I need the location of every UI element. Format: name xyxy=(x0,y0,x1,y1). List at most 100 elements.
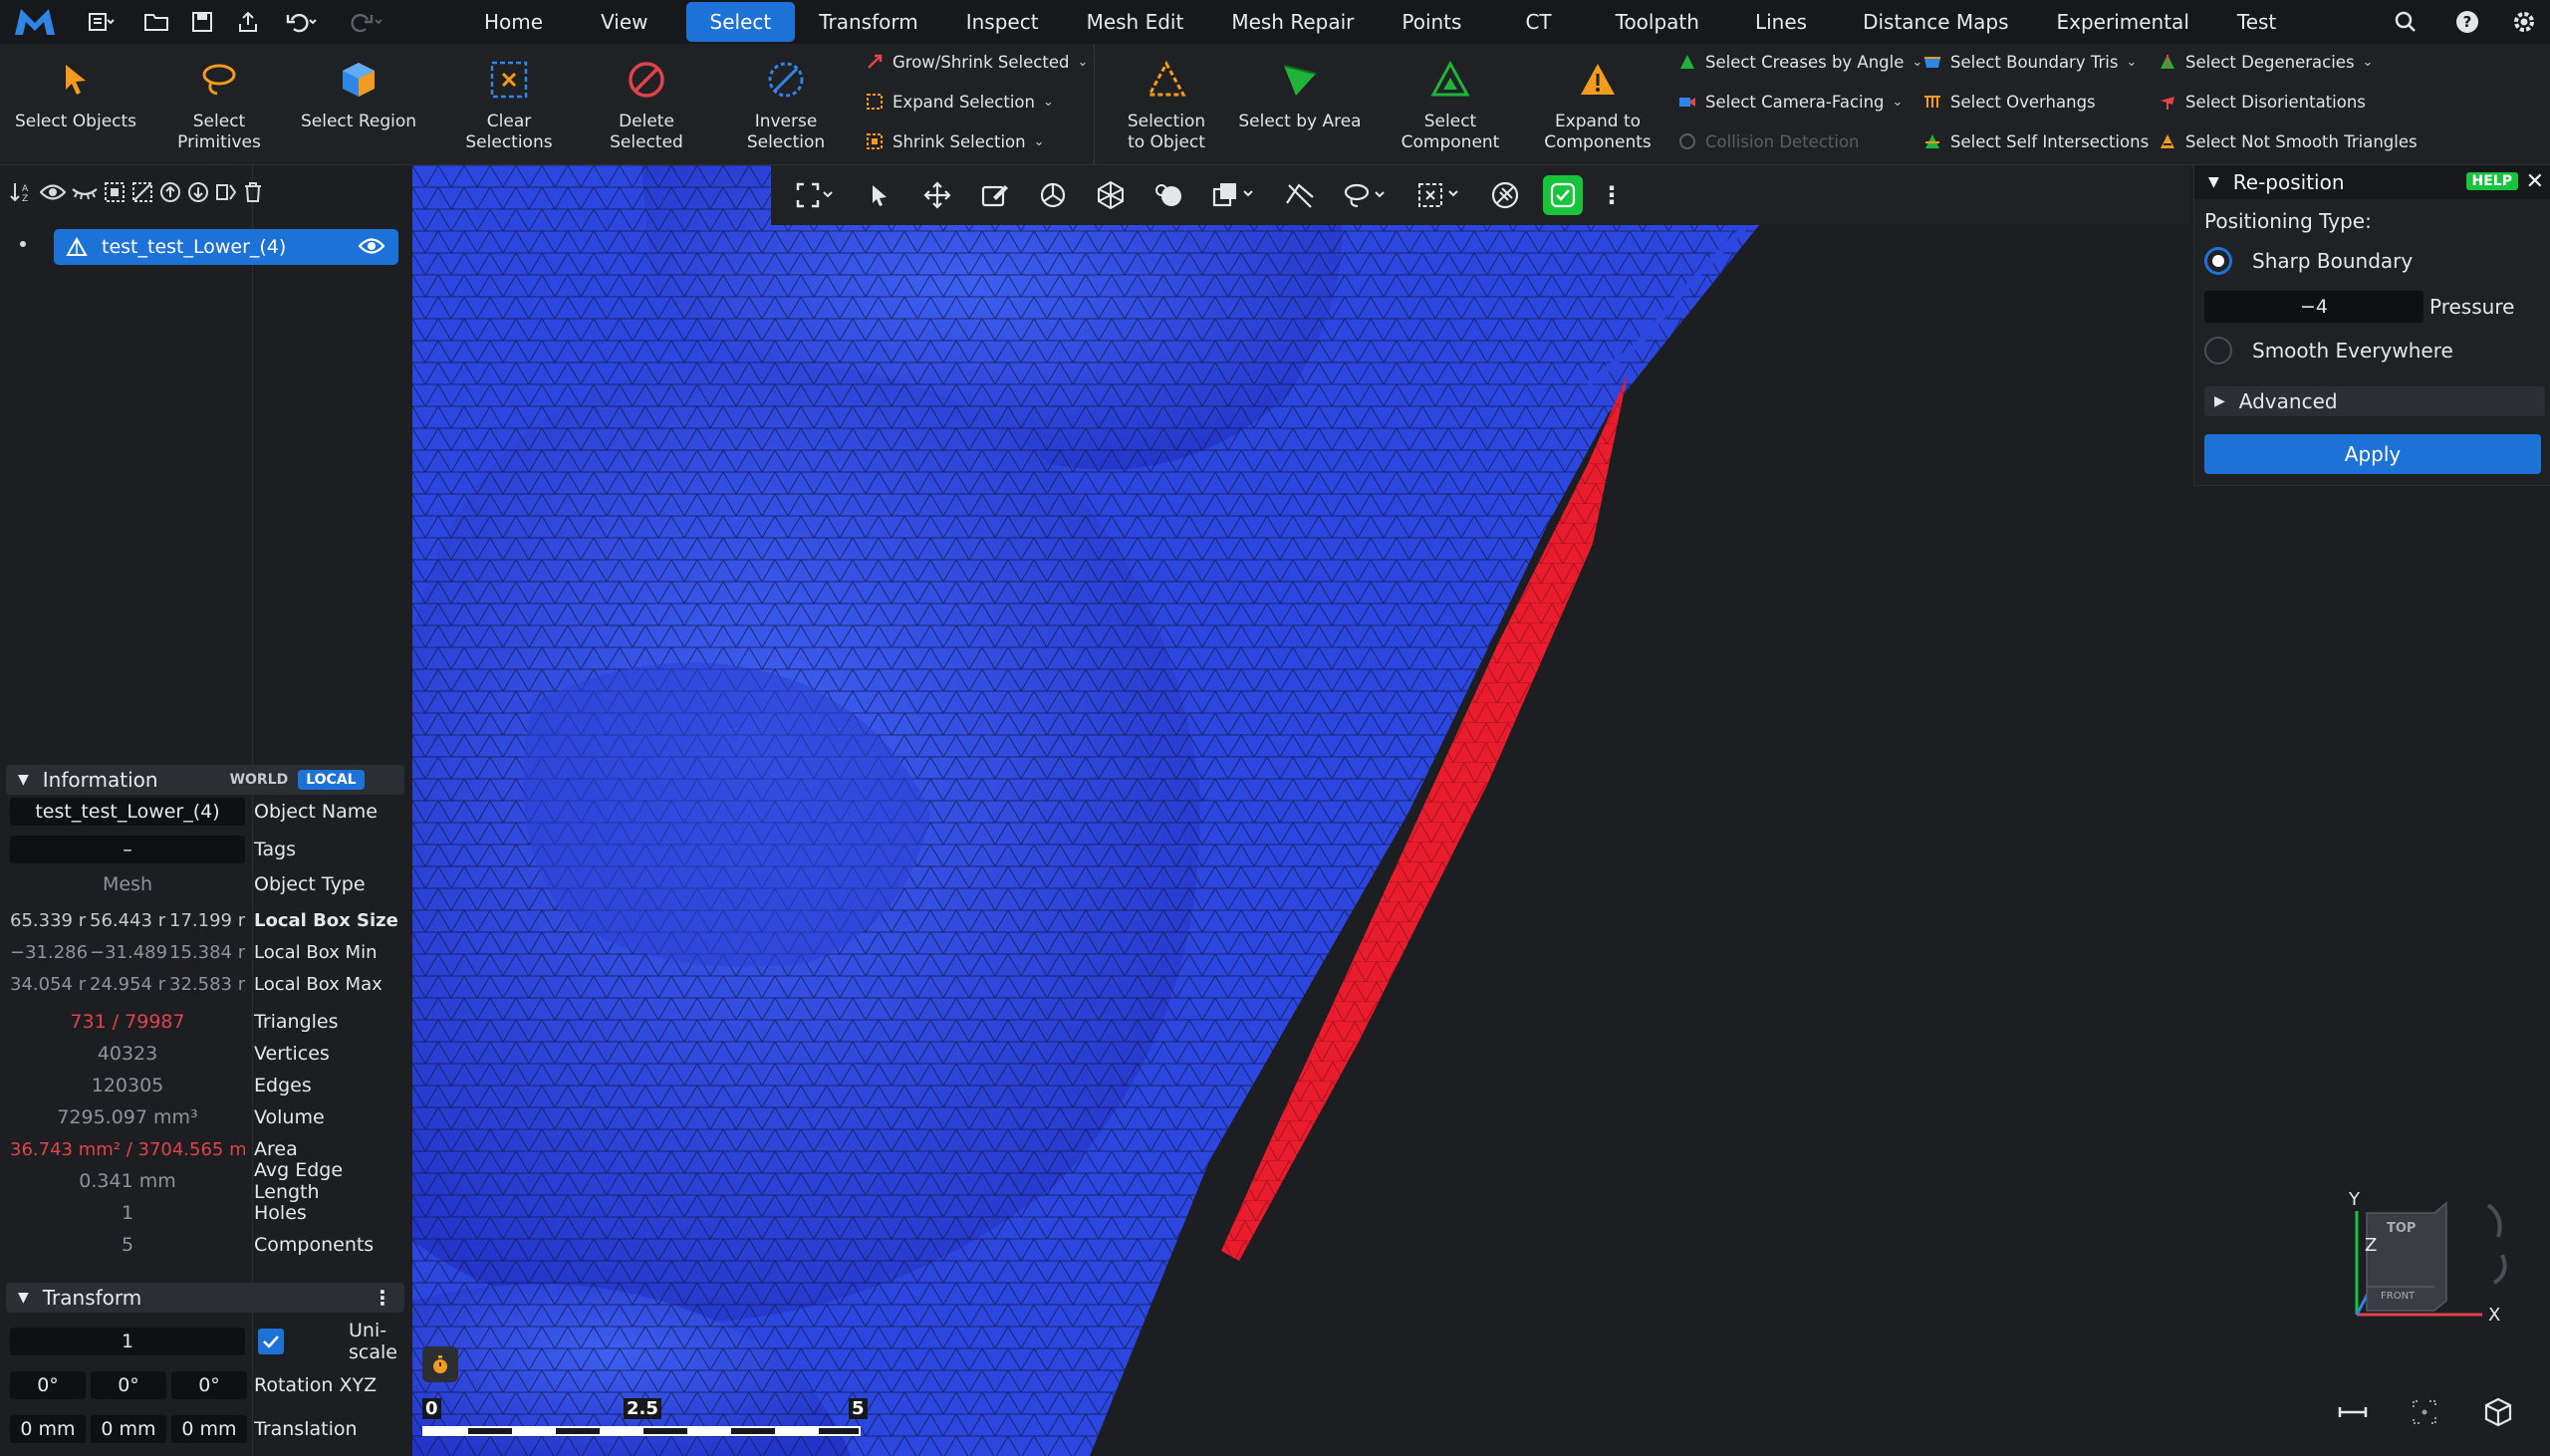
delete-selected-button[interactable]: Delete Selected xyxy=(582,56,711,153)
folder-icon[interactable] xyxy=(133,0,179,44)
select-creases-by-angle-button[interactable]: Select Creases by Angle ⌄ xyxy=(1677,52,1922,72)
menu-distance-maps[interactable]: Distance Maps xyxy=(1839,2,2032,42)
menu-experimental[interactable]: Experimental xyxy=(2033,2,2213,42)
close-icon[interactable]: ✕ xyxy=(2526,169,2544,194)
menu-ct[interactable]: CT xyxy=(1485,2,1591,42)
select-component-button[interactable]: Select Component ⌄ xyxy=(1389,56,1512,175)
export-icon[interactable] xyxy=(225,0,271,44)
menu-mesh-repair[interactable]: Mesh Repair xyxy=(1207,2,1378,42)
grow-shrink-selected-button[interactable]: Grow/Shrink Selected ⌄ xyxy=(865,52,1088,72)
select-all-icon[interactable] xyxy=(104,176,126,208)
settings-icon[interactable] xyxy=(2498,0,2550,44)
rotation-x-input[interactable]: 0° xyxy=(10,1371,86,1399)
app-logo-icon[interactable] xyxy=(0,0,70,44)
object-name-field[interactable]: test_test_Lower_(4) xyxy=(10,798,245,826)
selection-to-object-button[interactable]: Selection to Object xyxy=(1120,56,1213,153)
deselect-all-icon[interactable] xyxy=(131,176,153,208)
open-menu-icon[interactable] xyxy=(70,0,133,44)
redo-icon[interactable] xyxy=(335,0,398,44)
translation-z-input[interactable]: 0 mm xyxy=(171,1415,247,1443)
reposition-header[interactable]: ▼ Re-position HELP ✕ xyxy=(2194,165,2550,199)
shading-icon[interactable] xyxy=(1140,171,1197,219)
timer-icon[interactable] xyxy=(422,1346,458,1382)
select-by-area-button[interactable]: Select by Area xyxy=(1237,56,1363,132)
mesh-wire-icon[interactable] xyxy=(1082,171,1140,219)
fit-selection-icon[interactable] xyxy=(2405,1396,2444,1428)
edit-surface-icon[interactable] xyxy=(966,171,1024,219)
box-select-icon[interactable] xyxy=(1402,171,1476,219)
expand-to-components-button[interactable]: Expand to Components xyxy=(1542,56,1654,153)
show-all-icon[interactable] xyxy=(40,176,66,208)
menu-inspect[interactable]: Inspect xyxy=(942,2,1063,42)
sharp-boundary-radio[interactable] xyxy=(2204,247,2232,275)
scale-input[interactable]: 1 xyxy=(10,1328,245,1355)
select-region-button[interactable]: Select Region xyxy=(295,56,422,132)
trash-icon[interactable] xyxy=(243,176,263,208)
select-overhangs-button[interactable]: Select Overhangs xyxy=(1922,92,2096,112)
select-boundary-tris-button[interactable]: Select Boundary Tris ⌄ xyxy=(1922,52,2137,72)
hide-faces-icon[interactable] xyxy=(1271,171,1329,219)
menu-points[interactable]: Points xyxy=(1378,2,1485,42)
projection-cube-icon[interactable] xyxy=(2478,1394,2518,1430)
select-objects-button[interactable]: Select Objects xyxy=(10,56,141,132)
menu-select[interactable]: Select xyxy=(685,2,796,42)
hide-all-icon[interactable] xyxy=(72,176,98,208)
orbit-icon[interactable] xyxy=(1024,171,1082,219)
help-icon[interactable]: ? xyxy=(2436,0,2498,44)
menu-lines[interactable]: Lines xyxy=(1723,2,1839,42)
pressure-input[interactable]: −4 xyxy=(2204,291,2423,323)
search-icon[interactable] xyxy=(2375,0,2436,44)
rotation-y-input[interactable]: 0° xyxy=(91,1371,166,1399)
clipping-icon[interactable] xyxy=(1197,171,1271,219)
flip-icon[interactable] xyxy=(215,176,237,208)
move-up-icon[interactable] xyxy=(159,176,181,208)
pointer-icon[interactable] xyxy=(851,171,908,219)
select-degeneracies-button[interactable]: Select Degeneracies ⌄ xyxy=(2158,52,2373,72)
tags-field[interactable]: – xyxy=(10,836,245,863)
clear-selections-button[interactable]: Clear Selections ⌄ xyxy=(444,56,574,175)
select-not-smooth-triangles-button[interactable]: Select Not Smooth Triangles xyxy=(2158,131,2418,151)
more-vertical-icon[interactable]: ⋮ xyxy=(1592,171,1632,219)
advanced-section-header[interactable]: ▶ Advanced xyxy=(2204,386,2545,416)
menu-home[interactable]: Home xyxy=(460,2,567,42)
world-toggle[interactable]: WORLD xyxy=(221,770,297,790)
fit-view-icon[interactable] xyxy=(781,171,851,219)
collision-detection-button[interactable]: Collision Detection xyxy=(1677,131,1860,151)
transform-header[interactable]: ▼ Transform ⋮ xyxy=(6,1283,404,1313)
select-disorientations-button[interactable]: Select Disorientations xyxy=(2158,92,2366,112)
select-camera-facing-button[interactable]: Select Camera-Facing ⌄ xyxy=(1677,92,1903,112)
translation-y-input[interactable]: 0 mm xyxy=(91,1415,166,1443)
menu-test[interactable]: Test xyxy=(2213,2,2300,42)
scene-object-item[interactable]: test_test_Lower_(4) xyxy=(54,229,398,265)
undo-icon[interactable] xyxy=(271,0,335,44)
shrink-selection-button[interactable]: Shrink Selection ⌄ xyxy=(865,131,1045,151)
confirm-check-icon[interactable] xyxy=(1534,171,1592,219)
save-icon[interactable] xyxy=(179,0,225,44)
menu-mesh-edit[interactable]: Mesh Edit xyxy=(1063,2,1208,42)
smooth-everywhere-option[interactable]: Smooth Everywhere xyxy=(2204,337,2453,364)
inverse-selection-button[interactable]: Inverse Selection xyxy=(735,56,837,153)
lasso-tool-icon[interactable] xyxy=(1329,171,1402,219)
visibility-eye-icon[interactable] xyxy=(359,237,384,255)
information-header[interactable]: ▼ Information WORLD LOCAL xyxy=(6,765,404,795)
uniscale-checkbox[interactable] xyxy=(258,1329,284,1354)
view-cube[interactable]: Y Z X TOP FRONT xyxy=(2347,1189,2536,1356)
sharp-boundary-option[interactable]: Sharp Boundary xyxy=(2204,247,2413,275)
select-self-intersections-button[interactable]: Select Self Intersections xyxy=(1922,131,2149,151)
move-icon[interactable] xyxy=(908,171,966,219)
rotation-z-input[interactable]: 0° xyxy=(171,1371,247,1399)
move-down-icon[interactable] xyxy=(187,176,209,208)
measure-icon[interactable] xyxy=(2333,1396,2373,1428)
select-primitives-button[interactable]: Select Primitives ⌄ xyxy=(159,56,279,175)
expand-selection-button[interactable]: Expand Selection ⌄ xyxy=(865,92,1054,112)
apply-button[interactable]: Apply xyxy=(2204,434,2541,474)
sort-icon[interactable]: AZ xyxy=(10,176,34,208)
menu-view[interactable]: View xyxy=(567,2,671,42)
menu-transform[interactable]: Transform xyxy=(795,2,941,42)
backface-icon[interactable] xyxy=(1476,171,1534,219)
local-toggle[interactable]: LOCAL xyxy=(298,770,365,790)
translation-x-input[interactable]: 0 mm xyxy=(10,1415,86,1443)
more-options-icon[interactable]: ⋮ xyxy=(373,1286,392,1310)
menu-toolpath[interactable]: Toolpath xyxy=(1592,2,1723,42)
smooth-everywhere-radio[interactable] xyxy=(2204,337,2232,364)
